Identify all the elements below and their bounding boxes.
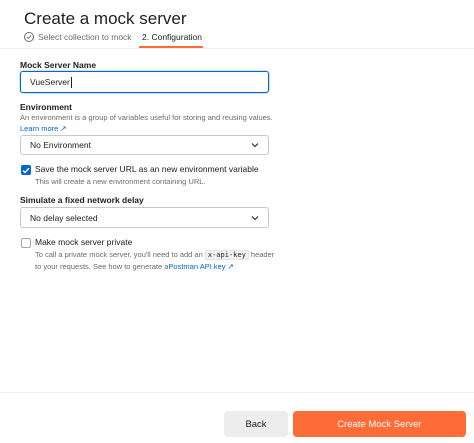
mock-server-name-value: VueServer <box>30 77 70 87</box>
private-help-line1-post: header <box>250 250 275 259</box>
mock-server-name-label: Mock Server Name <box>20 60 97 70</box>
save-url-help: This will create a new environment conta… <box>35 177 206 186</box>
postman-api-key-link[interactable]: Postman API key ↗ <box>168 262 233 271</box>
save-url-checkbox[interactable] <box>21 165 31 175</box>
network-delay-selected-value: No delay selected <box>30 212 98 223</box>
step-2-label[interactable]: 2. Configuration <box>142 32 202 42</box>
environment-description-text: An environment is a group of variables u… <box>20 113 273 122</box>
chevron-down-icon <box>251 140 259 150</box>
step-select-collection[interactable]: Select collection to mock <box>24 32 132 42</box>
environment-label: Environment <box>20 102 72 112</box>
environment-select[interactable]: No Environment <box>20 135 269 155</box>
api-key-header-code: x-api-key <box>204 250 249 260</box>
environment-selected-value: No Environment <box>30 140 91 150</box>
private-mock-checkbox[interactable] <box>21 238 31 248</box>
create-mock-server-button[interactable]: Create Mock Server <box>293 411 466 437</box>
step-1-label: Select collection to mock <box>38 32 132 42</box>
footer-divider <box>0 392 474 393</box>
private-mock-label: Make mock server private <box>35 237 133 247</box>
save-url-label: Save the mock server URL as an new envir… <box>35 164 259 174</box>
environment-description: An environment is a group of variables u… <box>20 112 280 134</box>
checkmark-icon <box>22 161 30 179</box>
private-mock-help: To call a private mock server, you'll ne… <box>35 249 295 272</box>
private-help-line2-pre: to your requests. See how to generate a <box>35 262 169 271</box>
network-delay-select[interactable]: No delay selected <box>20 207 269 228</box>
network-delay-label: Simulate a fixed network delay <box>20 195 144 205</box>
stepper: Select collection to mock 2. Configurati… <box>24 32 202 42</box>
header-divider <box>0 48 474 49</box>
check-circle-icon <box>24 32 34 42</box>
back-button[interactable]: Back <box>224 411 288 437</box>
private-help-line1-pre: To call a private mock server, you'll ne… <box>35 250 203 259</box>
learn-more-link[interactable]: Learn more ↗ <box>20 124 67 133</box>
page-title: Create a mock server <box>24 9 187 28</box>
mock-server-name-input[interactable]: VueServer <box>20 71 269 93</box>
chevron-down-icon <box>251 213 259 223</box>
text-cursor <box>70 76 72 88</box>
